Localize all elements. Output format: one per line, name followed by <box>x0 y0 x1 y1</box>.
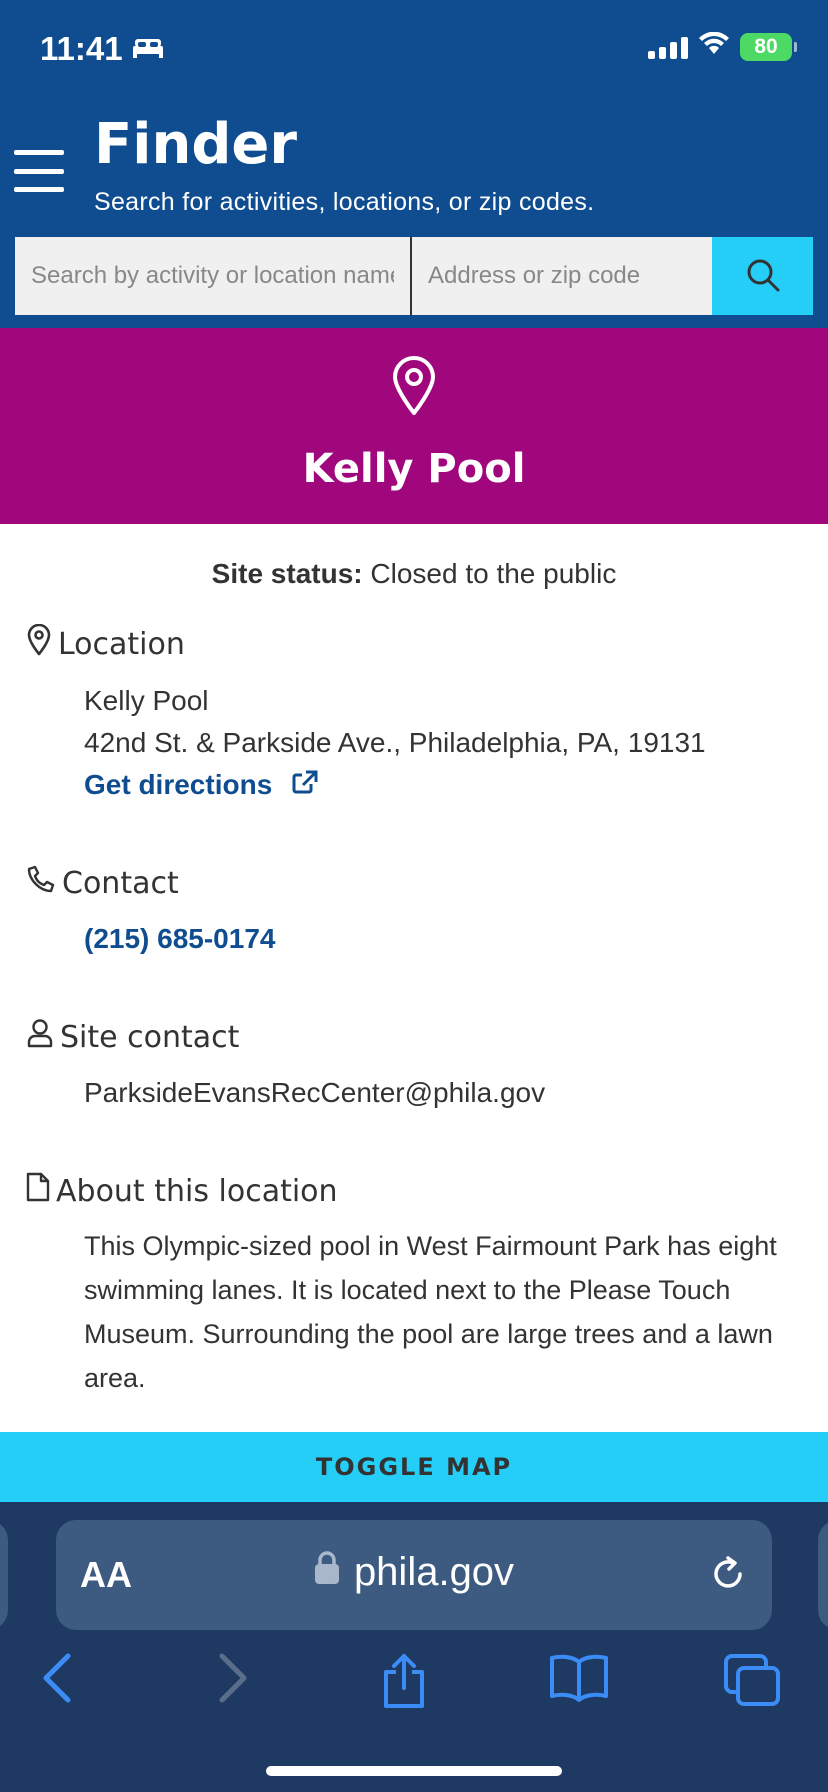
site-contact-section-heading: Site contact <box>26 1018 239 1056</box>
site-contact-body: ParksideEvansRecCenter@phila.gov <box>84 1072 545 1114</box>
signal-icon <box>648 35 688 59</box>
search-form <box>15 237 813 315</box>
wifi-icon <box>698 31 730 61</box>
location-address: 42nd St. & Parkside Ave., Philadelphia, … <box>84 727 706 758</box>
map-pin-icon <box>391 356 437 421</box>
bed-icon <box>131 30 165 68</box>
status-bar: 11:41 80 <box>0 0 828 100</box>
search-icon <box>745 257 781 296</box>
activity-search-input[interactable] <box>15 237 412 315</box>
bookmarks-icon[interactable] <box>548 1652 610 1707</box>
status-indicators: 80 <box>648 31 797 61</box>
back-icon[interactable] <box>40 1652 76 1709</box>
url-display: phila.gov <box>56 1550 772 1595</box>
battery-icon: 80 <box>740 32 797 61</box>
previous-tab-peek[interactable] <box>0 1520 8 1630</box>
user-icon <box>26 1018 54 1056</box>
location-name-heading: Kelly Pool <box>302 446 526 492</box>
address-bar[interactable]: AA phila.gov <box>56 1520 772 1630</box>
battery-level: 80 <box>754 34 778 58</box>
site-status-label: Site status: <box>211 558 363 589</box>
site-header: 11:41 80 Finder Search for activities, l… <box>0 0 828 328</box>
lock-icon <box>314 1550 340 1595</box>
status-time-group: 11:41 <box>40 30 165 68</box>
about-section-heading: About this location <box>26 1172 338 1210</box>
next-tab-peek[interactable] <box>818 1520 828 1630</box>
location-section-heading: Location <box>26 623 185 664</box>
get-directions-link[interactable]: Get directions <box>84 769 318 800</box>
menu-icon[interactable] <box>14 150 64 192</box>
about-text: This Olympic-sized pool in West Fairmoun… <box>84 1231 777 1393</box>
address-search-input[interactable] <box>412 237 712 315</box>
location-heading-label: Location <box>58 626 185 662</box>
external-link-icon <box>292 769 318 800</box>
contact-heading-label: Contact <box>62 865 179 901</box>
browser-nav <box>0 1652 828 1722</box>
page-subtitle: Search for activities, locations, or zip… <box>94 188 595 216</box>
document-icon <box>26 1172 50 1210</box>
site-status-value: Closed to the public <box>370 558 617 589</box>
page-title: Finder <box>94 112 297 177</box>
site-contact-heading-label: Site contact <box>60 1019 240 1055</box>
site-contact-email: ParksideEvansRecCenter@phila.gov <box>84 1077 546 1108</box>
contact-body: (215) 685-0174 <box>84 918 275 960</box>
browser-toolbar: AA phila.gov <box>0 1502 828 1792</box>
location-details: Site status: Closed to the public Locati… <box>0 524 828 1432</box>
phone-icon <box>26 864 56 902</box>
status-time: 11:41 <box>40 30 123 67</box>
location-banner: Kelly Pool <box>0 328 828 524</box>
location-name: Kelly Pool <box>84 685 209 716</box>
about-heading-label: About this location <box>56 1173 338 1209</box>
tabs-icon[interactable] <box>722 1652 782 1713</box>
phone-link[interactable]: (215) 685-0174 <box>84 923 275 954</box>
reload-icon[interactable] <box>708 1554 748 1599</box>
search-button[interactable] <box>712 237 813 315</box>
location-body: Kelly Pool 42nd St. & Parkside Ave., Phi… <box>84 680 706 806</box>
home-indicator <box>266 1766 562 1776</box>
site-status: Site status: Closed to the public <box>0 558 828 590</box>
domain-text: phila.gov <box>353 1550 515 1594</box>
get-directions-label: Get directions <box>84 769 273 800</box>
contact-section-heading: Contact <box>26 864 179 902</box>
forward-icon[interactable] <box>214 1652 250 1709</box>
share-icon[interactable] <box>378 1652 430 1715</box>
toggle-map-button[interactable]: TOGGLE MAP <box>0 1432 828 1502</box>
map-pin-icon <box>26 623 52 664</box>
